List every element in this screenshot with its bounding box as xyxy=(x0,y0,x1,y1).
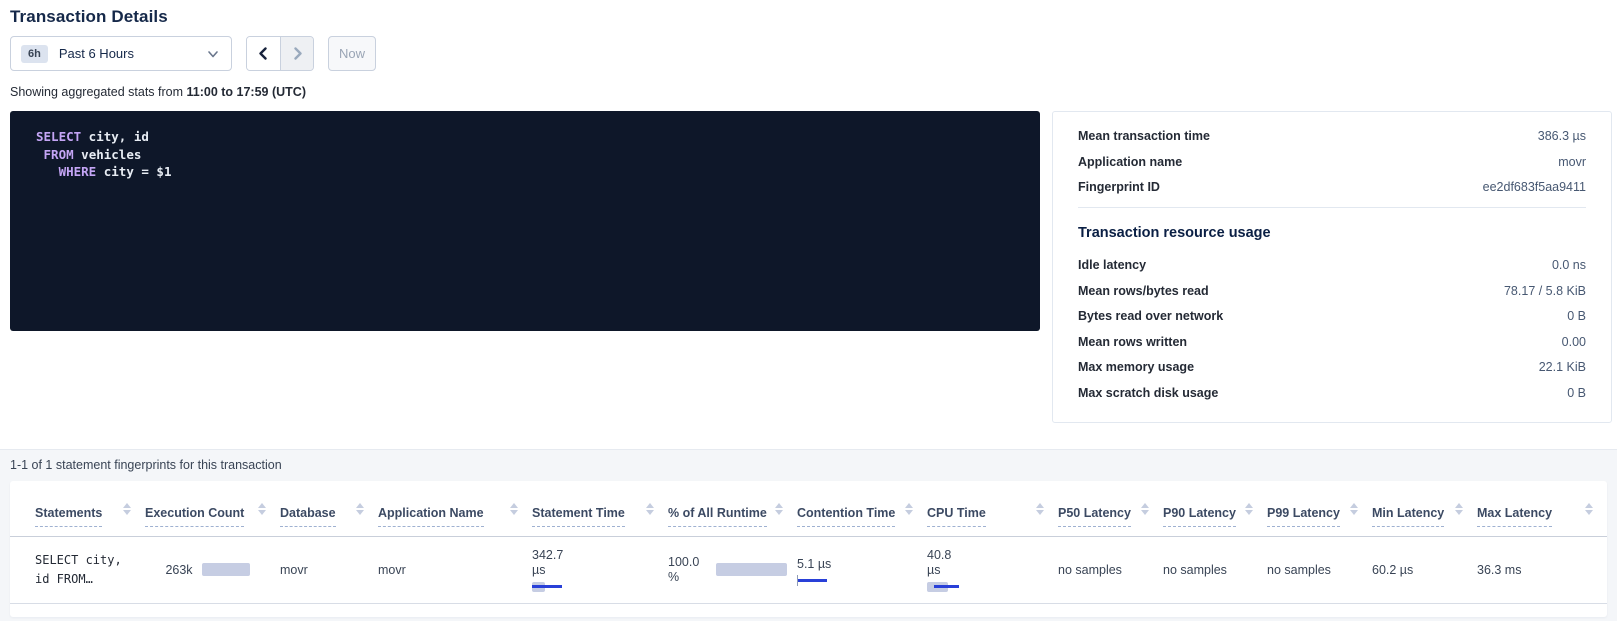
col-header-contention-time: Contention Time xyxy=(797,481,927,536)
table-header-row: Statements Execution Count Database Appl… xyxy=(10,481,1607,537)
results-count: 1-1 of 1 statement fingerprints for this… xyxy=(10,458,1607,472)
execution-count-bar xyxy=(202,563,250,576)
transaction-summary-panel: Mean transaction time 386.3 µs Applicati… xyxy=(1052,111,1612,423)
p99-latency-cell: no samples xyxy=(1267,537,1372,603)
summary-value: 22.1 KiB xyxy=(1539,360,1586,374)
min-latency-cell: 60.2 µs xyxy=(1372,537,1477,603)
summary-row: Max scratch disk usage 0 B xyxy=(1078,386,1586,400)
summary-value: 0.00 xyxy=(1562,335,1586,349)
summary-row: Application name movr xyxy=(1078,155,1586,169)
table-row: SELECT city, id FROM… 263k movr movr 342… xyxy=(10,537,1607,604)
chevron-right-icon xyxy=(291,47,304,60)
summary-row: Bytes read over network 0 B xyxy=(1078,309,1586,323)
chevron-down-icon xyxy=(207,48,219,60)
statement-time-cell: 342.7 µs xyxy=(532,537,668,603)
col-header-min-latency: Min Latency xyxy=(1372,481,1477,536)
summary-value: 78.17 / 5.8 KiB xyxy=(1504,284,1586,298)
col-header-execution-count: Execution Count xyxy=(145,481,280,536)
col-header-p90-latency: P90 Latency xyxy=(1163,481,1267,536)
summary-label: Mean rows written xyxy=(1078,335,1187,349)
summary-label: Max memory usage xyxy=(1078,360,1194,374)
prev-interval-button[interactable] xyxy=(247,37,280,70)
aggregated-stats-line: Showing aggregated stats from 11:00 to 1… xyxy=(10,85,1612,99)
summary-label: Bytes read over network xyxy=(1078,309,1223,323)
cpu-time-cell: 40.8 µs xyxy=(927,537,1058,603)
contention-time-bar xyxy=(797,579,827,582)
time-interval-dropdown[interactable]: 6h Past 6 Hours xyxy=(10,36,232,71)
next-interval-button[interactable] xyxy=(280,37,313,70)
sql-statement-box: SELECT city, id FROM vehicles WHERE city… xyxy=(10,111,1040,331)
p90-latency-cell: no samples xyxy=(1163,537,1267,603)
application-name-cell: movr xyxy=(378,537,532,603)
col-header-application-name: Application Name xyxy=(378,481,532,536)
interval-label: Past 6 Hours xyxy=(59,46,134,61)
sort-icon[interactable] xyxy=(1141,499,1149,519)
summary-value: 0 B xyxy=(1567,309,1586,323)
time-controls: 6h Past 6 Hours Now xyxy=(10,36,1612,71)
summary-row: Idle latency 0.0 ns xyxy=(1078,258,1586,272)
sort-icon[interactable] xyxy=(1245,499,1253,519)
sort-icon[interactable] xyxy=(258,499,266,519)
p50-latency-cell: no samples xyxy=(1058,537,1163,603)
summary-value: ee2df683f5aa9411 xyxy=(1483,180,1586,194)
statement-time-bar xyxy=(532,582,562,592)
time-step-buttons xyxy=(246,36,314,71)
summary-label: Fingerprint ID xyxy=(1078,180,1160,194)
cpu-time-bar xyxy=(927,582,959,592)
col-header-database: Database xyxy=(280,481,378,536)
summary-row: Fingerprint ID ee2df683f5aa9411 xyxy=(1078,180,1586,194)
summary-value: 386.3 µs xyxy=(1538,129,1586,143)
col-header-pct-runtime: % of All Runtime xyxy=(668,481,797,536)
summary-label: Mean transaction time xyxy=(1078,129,1210,143)
summary-value: 0.0 ns xyxy=(1552,258,1586,272)
summary-row: Mean transaction time 386.3 µs xyxy=(1078,129,1586,143)
resource-usage-title: Transaction resource usage xyxy=(1078,225,1586,241)
sort-icon[interactable] xyxy=(646,499,654,519)
col-header-p50-latency: P50 Latency xyxy=(1058,481,1163,536)
col-header-p99-latency: P99 Latency xyxy=(1267,481,1372,536)
col-header-max-latency: Max Latency xyxy=(1477,481,1607,536)
now-button[interactable]: Now xyxy=(328,36,376,71)
page-title: Transaction Details xyxy=(10,7,1612,27)
interval-badge: 6h xyxy=(21,45,48,63)
execution-count-cell: 263k xyxy=(145,537,280,603)
summary-label: Idle latency xyxy=(1078,258,1146,272)
sql-code: SELECT city, id FROM vehicles WHERE city… xyxy=(36,128,1014,181)
contention-time-cell: 5.1 µs xyxy=(797,537,927,603)
summary-row: Mean rows written 0.00 xyxy=(1078,335,1586,349)
sort-icon[interactable] xyxy=(1036,499,1044,519)
col-header-statements: Statements xyxy=(35,481,145,536)
sort-icon[interactable] xyxy=(356,499,364,519)
summary-row: Max memory usage 22.1 KiB xyxy=(1078,360,1586,374)
sort-icon[interactable] xyxy=(1585,499,1593,519)
col-header-statement-time: Statement Time xyxy=(532,481,668,536)
max-latency-cell: 36.3 ms xyxy=(1477,537,1607,603)
sort-icon[interactable] xyxy=(905,499,913,519)
statements-section: 1-1 of 1 statement fingerprints for this… xyxy=(0,449,1617,621)
stats-range: 11:00 to 17:59 (UTC) xyxy=(187,85,306,99)
database-cell: movr xyxy=(280,537,378,603)
sort-icon[interactable] xyxy=(123,499,131,519)
summary-value: 0 B xyxy=(1567,386,1586,400)
col-header-cpu-time: CPU Time xyxy=(927,481,1058,536)
statements-table: Statements Execution Count Database Appl… xyxy=(10,481,1607,617)
summary-label: Max scratch disk usage xyxy=(1078,386,1218,400)
summary-label: Mean rows/bytes read xyxy=(1078,284,1209,298)
sort-icon[interactable] xyxy=(775,499,783,519)
sort-icon[interactable] xyxy=(510,499,518,519)
sort-icon[interactable] xyxy=(1455,499,1463,519)
pct-runtime-cell: 100.0 % xyxy=(668,537,797,603)
summary-label: Application name xyxy=(1078,155,1182,169)
chevron-left-icon xyxy=(257,47,270,60)
sort-icon[interactable] xyxy=(1350,499,1358,519)
statement-link[interactable]: SELECT city, id FROM… xyxy=(35,537,145,603)
summary-row: Mean rows/bytes read 78.17 / 5.8 KiB xyxy=(1078,284,1586,298)
summary-value: movr xyxy=(1558,155,1586,169)
pct-runtime-bar xyxy=(716,563,787,576)
panel-divider xyxy=(1078,207,1586,208)
